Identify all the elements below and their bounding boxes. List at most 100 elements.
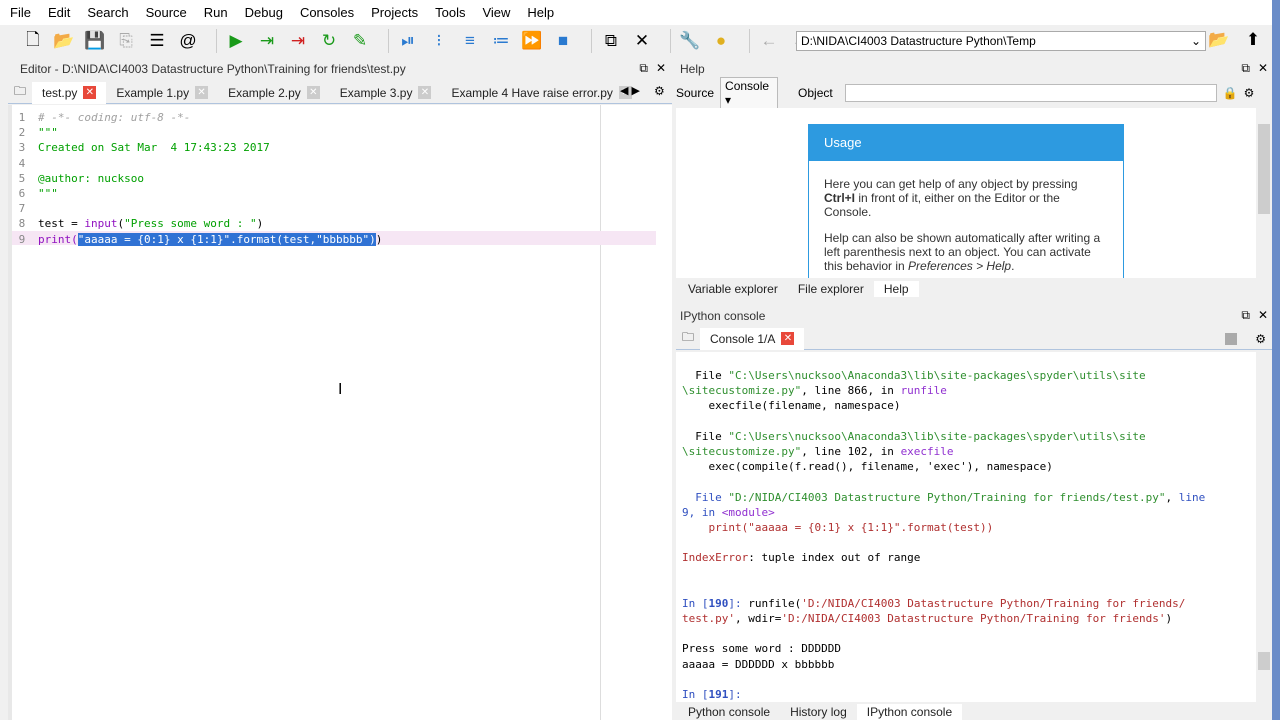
tab-ipython-console[interactable]: IPython console (856, 704, 963, 720)
open-file-icon[interactable]: 📂 (53, 30, 75, 52)
interrupt-kernel-icon[interactable] (1225, 332, 1238, 345)
undock-icon[interactable]: ⧉ (639, 61, 648, 76)
source-value: Console (725, 79, 770, 93)
code-token: 9, in (682, 505, 722, 519)
tab-scroll-icon[interactable]: ◀ ▶ (620, 84, 640, 97)
debug-icon[interactable]: ⏯ (397, 30, 419, 52)
preferences-wrench-icon[interactable]: 🔧 (679, 30, 701, 52)
close-pane-icon[interactable]: ✕ (656, 61, 666, 75)
continue-icon[interactable]: ⏩ (521, 30, 543, 52)
code-token: ) (256, 217, 264, 231)
close-pane-icon[interactable]: ✕ (1258, 308, 1268, 322)
close-pane-icon[interactable]: ✕ (1258, 61, 1268, 75)
stop-icon[interactable]: ■ (552, 30, 574, 52)
tab-editor-file[interactable]: Example 1.py ✕ (106, 82, 218, 104)
console-output[interactable]: File "C:\Users\nucksoo\Anaconda3\lib\sit… (676, 352, 1256, 702)
run-cell-icon[interactable]: ⇥ (256, 30, 278, 52)
editor-options-gear-icon[interactable]: ⚙ (654, 84, 665, 98)
tab-file-explorer[interactable]: File explorer (788, 281, 874, 297)
tab-label: Example 4 Have raise error.py (451, 85, 613, 100)
code-line: 7 (12, 201, 382, 216)
undock-icon[interactable]: ⧉ (1241, 308, 1250, 323)
rerun-icon[interactable]: ↻ (318, 30, 340, 52)
browse-tabs-icon[interactable]: 🗀 (8, 82, 32, 103)
code-editor[interactable]: 1 # -*- coding: utf-8 -*- 2 """ 3 Created o… (8, 105, 672, 720)
code-line: 9 print("aaaaa = {0:1} x {1:1}".format(te… (12, 232, 382, 247)
code-line: execfile(filename, namespace) (676, 398, 1256, 413)
console-scrollbar[interactable] (1256, 352, 1272, 702)
working-directory-select[interactable]: D:\NIDA\CI4003 Datastructure Python\Temp… (796, 31, 1206, 51)
fullscreen-icon[interactable]: ✕ (631, 30, 653, 52)
undock-icon[interactable]: ⧉ (1241, 61, 1250, 76)
close-tab-icon[interactable]: ✕ (195, 86, 209, 99)
new-file-icon[interactable]: 🗋 (22, 30, 44, 52)
code-line: In [190]: runfile('D:/NIDA/CI4003 Datast… (676, 596, 1256, 611)
code-token: "C:\Users\nucksoo\Anaconda3\lib\site-pac… (728, 429, 1146, 443)
console-options-gear-icon[interactable]: ⚙ (1255, 332, 1266, 346)
tab-editor-file[interactable]: Example 3.py ✕ (330, 82, 442, 104)
close-tab-icon[interactable]: ✕ (306, 86, 320, 99)
close-tab-icon[interactable]: ✕ (781, 332, 795, 345)
text-cursor-icon: I (338, 381, 343, 398)
outline-icon[interactable]: ☰ (146, 30, 168, 52)
menu-view[interactable]: View (482, 5, 510, 20)
menu-file[interactable]: File (10, 5, 31, 20)
tab-label: Console 1/A (710, 331, 776, 346)
run-selection-icon[interactable]: ✎ (349, 30, 371, 52)
browse-tabs-icon[interactable]: 🗀 (676, 328, 700, 349)
tab-editor-file[interactable]: Example 2.py ✕ (218, 82, 330, 104)
maximize-pane-icon[interactable]: ⧉ (600, 30, 622, 52)
lock-icon[interactable]: 🔒 (1223, 86, 1238, 100)
back-arrow-icon[interactable]: ← (758, 30, 780, 52)
step-into-icon[interactable]: ≡ (459, 30, 481, 52)
menu-edit[interactable]: Edit (48, 5, 70, 20)
run-icon[interactable]: ▶ (225, 30, 247, 52)
code-token: runfile (900, 384, 947, 398)
menu-run[interactable]: Run (204, 5, 228, 20)
line-number: 9 (12, 232, 26, 246)
source-select[interactable]: Console ▾ (720, 77, 779, 109)
tab-variable-explorer[interactable]: Variable explorer (678, 281, 788, 297)
code-token: test.py' (682, 612, 735, 625)
code-token: \sitecustomize.py" (682, 384, 802, 398)
help-options-gear-icon[interactable]: ⚙ (1244, 86, 1255, 100)
menu-projects[interactable]: Projects (371, 5, 418, 20)
object-input[interactable] (844, 84, 1217, 102)
tab-console-1a[interactable]: Console 1/A ✕ (700, 327, 805, 350)
help-title: Help (680, 62, 705, 76)
menu-debug[interactable]: Debug (245, 5, 283, 20)
save-icon[interactable]: 💾 (84, 30, 106, 52)
tab-history-log[interactable]: History log (780, 704, 857, 720)
menu-help[interactable]: Help (527, 5, 554, 20)
close-tab-icon[interactable]: ✕ (418, 86, 432, 99)
code-line: 5 @author: nucksoo (12, 171, 382, 186)
browse-folder-icon[interactable]: 📂 (1208, 29, 1230, 51)
run-cell-advance-icon[interactable]: ⇥ (287, 30, 309, 52)
tab-python-console[interactable]: Python console (678, 704, 780, 720)
code-token: @author: nucksoo (38, 171, 144, 185)
menu-tools[interactable]: Tools (435, 5, 465, 20)
help-tabs: Variable explorer File explorer Help (678, 281, 919, 297)
tab-editor-file[interactable]: test.py ✕ (32, 81, 107, 104)
step-return-icon[interactable]: ≔ (490, 30, 512, 52)
step-icon[interactable]: ⁝ (428, 30, 450, 52)
code-line: File "C:\Users\nucksoo\Anaconda3\lib\sit… (676, 429, 1256, 444)
code-token: "aaaaa = {0:1} x {1:1}".format(test,"bbb… (77, 232, 376, 246)
python-path-icon[interactable]: ● (710, 30, 732, 52)
menu-search[interactable]: Search (87, 5, 128, 20)
code-line: \sitecustomize.py", line 866, in runfile (676, 383, 1256, 398)
menu-source[interactable]: Source (146, 5, 187, 20)
parent-directory-icon[interactable]: ⬆ (1242, 29, 1264, 51)
tab-editor-file[interactable]: Example 4 Have raise error.py ✕ (441, 82, 641, 104)
tab-help[interactable]: Help (873, 281, 919, 297)
at-icon[interactable]: @ (177, 30, 199, 52)
save-all-icon[interactable]: ⎘ (115, 30, 137, 52)
code-token: File (682, 369, 729, 382)
code-line: 6 """ (12, 186, 382, 201)
close-tab-icon[interactable]: ✕ (83, 86, 97, 99)
code-token: execfile(filename, namespace) (682, 399, 901, 413)
menu-consoles[interactable]: Consoles (300, 5, 354, 20)
code-token: , line 866, in (801, 384, 901, 398)
help-scrollbar[interactable] (1256, 108, 1272, 278)
